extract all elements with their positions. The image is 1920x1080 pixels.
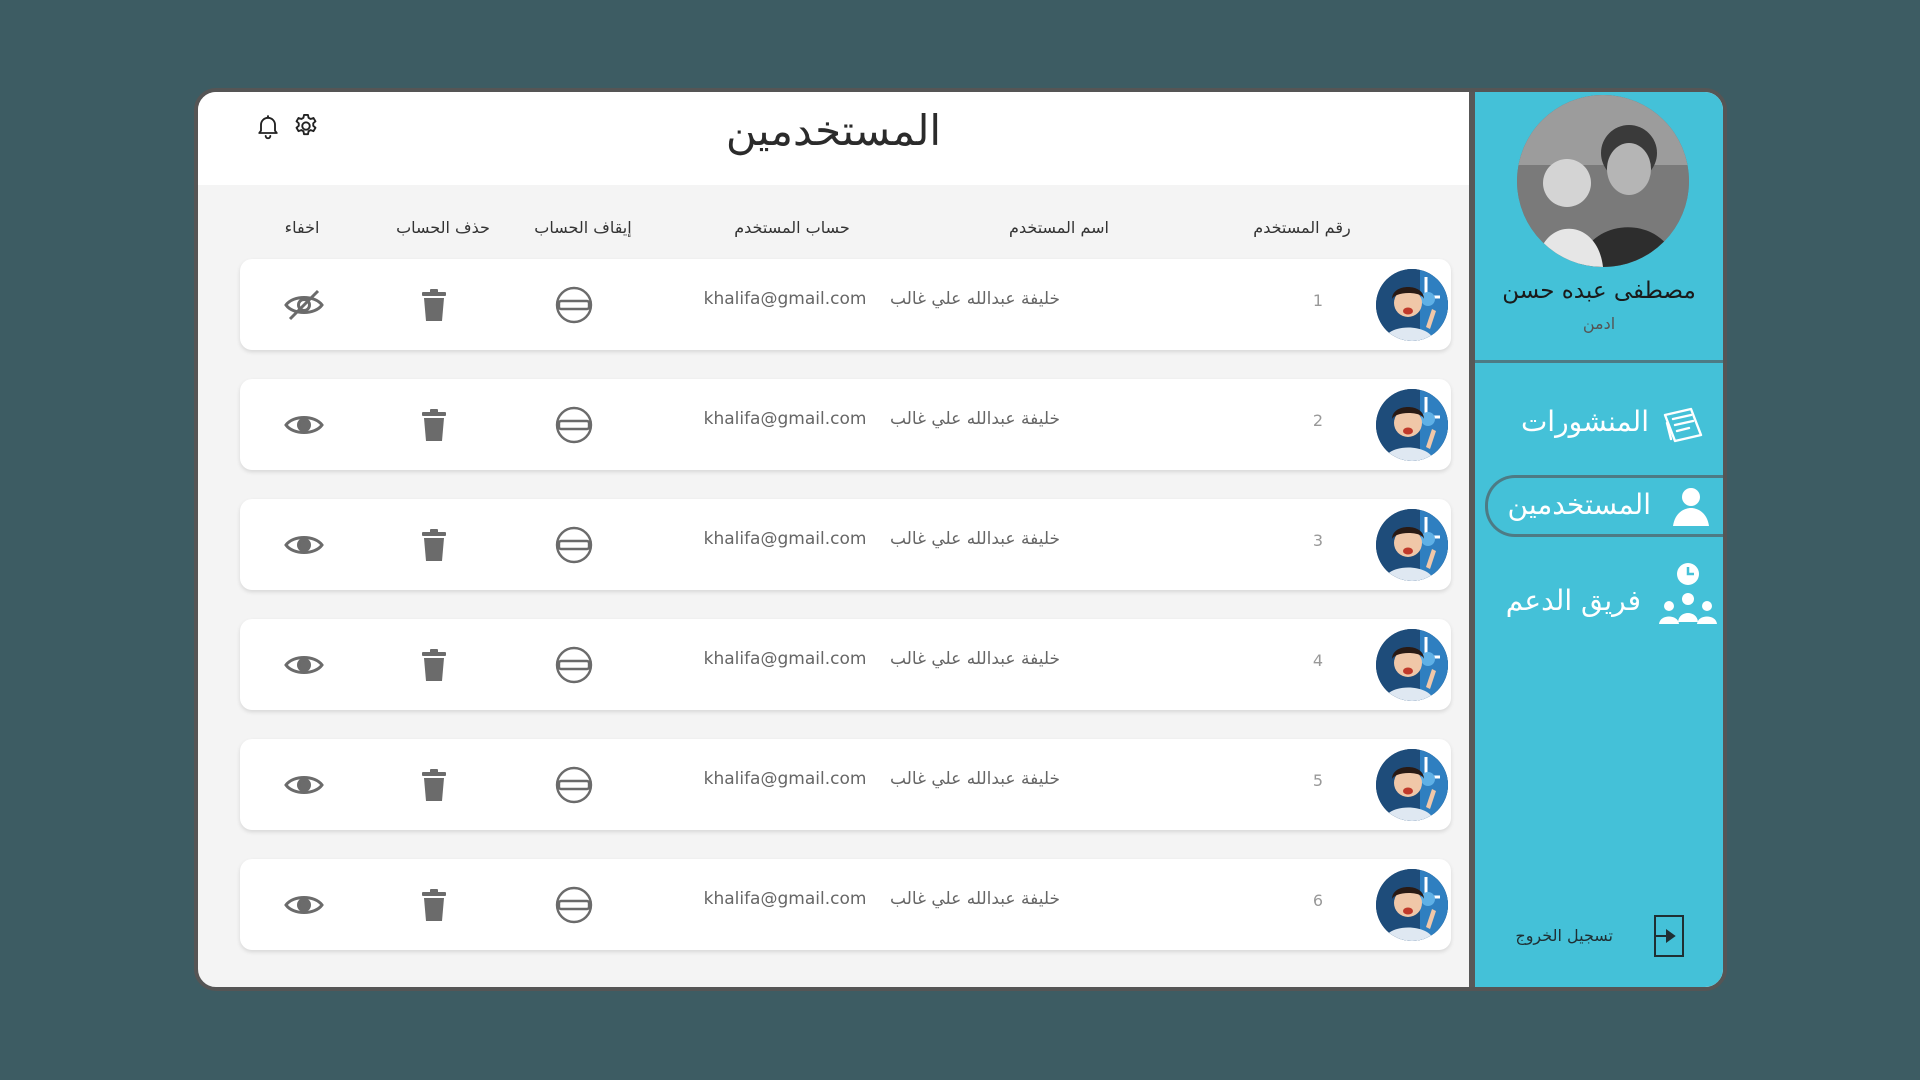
suspend-account-icon[interactable] <box>554 765 594 805</box>
user-email: khalifa@gmail.com <box>703 649 867 669</box>
avatar <box>1376 749 1448 821</box>
user-name: خليفة عبدالله علي غالب <box>890 649 1060 669</box>
eye-icon[interactable] <box>284 645 324 685</box>
user-id: 5 <box>1312 771 1324 790</box>
suspend-account-icon[interactable] <box>554 525 594 565</box>
logout-button[interactable]: تسجيل الخروج <box>1487 914 1687 960</box>
eye-icon[interactable] <box>284 765 324 805</box>
posts-icon <box>1661 405 1705 445</box>
sidebar-item-label: فريق الدعم <box>1505 584 1641 617</box>
user-name: خليفة عبدالله علي غالب <box>890 289 1060 309</box>
support-team-icon <box>1657 562 1719 626</box>
table-row: 4 خليفة عبدالله علي غالب khalifa@gmail.com <box>240 619 1451 710</box>
user-icon <box>1669 484 1713 528</box>
avatar <box>1376 389 1448 461</box>
eye-icon[interactable] <box>284 885 324 925</box>
sidebar: مصطفى عبده حسن ادمن المنشورات المستخدمين <box>1469 92 1723 987</box>
trash-icon[interactable] <box>414 525 454 565</box>
column-header-account: حساب المستخدم <box>734 218 850 237</box>
header-bar: المستخدمين <box>198 92 1469 185</box>
app-window: المستخدمين رقم المستخدم اسم المستخدم حسا… <box>194 88 1727 991</box>
suspend-account-icon[interactable] <box>554 405 594 445</box>
column-header-id: رقم المستخدم <box>1253 218 1351 237</box>
suspend-account-icon[interactable] <box>554 645 594 685</box>
trash-icon[interactable] <box>414 405 454 445</box>
logout-icon <box>1653 914 1687 958</box>
page-title: المستخدمين <box>725 106 942 155</box>
logout-label: تسجيل الخروج <box>1515 926 1613 945</box>
user-id: 3 <box>1312 531 1324 550</box>
user-email: khalifa@gmail.com <box>703 289 867 309</box>
profile-avatar <box>1517 95 1689 267</box>
eye-icon[interactable] <box>284 525 324 565</box>
sidebar-item-users[interactable]: المستخدمين <box>1485 475 1723 537</box>
table-row: 2 خليفة عبدالله علي غالب khalifa@gmail.com <box>240 379 1451 470</box>
user-name: خليفة عبدالله علي غالب <box>890 769 1060 789</box>
sidebar-item-label: المستخدمين <box>1507 488 1651 521</box>
eye-off-icon[interactable] <box>284 285 324 325</box>
table-row: 5 خليفة عبدالله علي غالب khalifa@gmail.com <box>240 739 1451 830</box>
column-header-name: اسم المستخدم <box>1009 218 1109 237</box>
table-row: 3 خليفة عبدالله علي غالب khalifa@gmail.com <box>240 499 1451 590</box>
user-email: khalifa@gmail.com <box>703 769 867 789</box>
gear-icon[interactable] <box>292 112 320 140</box>
trash-icon[interactable] <box>414 885 454 925</box>
avatar <box>1376 509 1448 581</box>
profile-role: ادمن <box>1582 314 1616 333</box>
user-name: خليفة عبدالله علي غالب <box>890 409 1060 429</box>
user-id: 4 <box>1312 651 1324 670</box>
bell-icon[interactable] <box>254 112 282 140</box>
sidebar-item-support-team[interactable]: فريق الدعم <box>1477 562 1723 642</box>
user-email: khalifa@gmail.com <box>703 409 867 429</box>
table-row: 6 خليفة عبدالله علي غالب khalifa@gmail.com <box>240 859 1451 950</box>
suspend-account-icon[interactable] <box>554 885 594 925</box>
suspend-account-icon[interactable] <box>554 285 594 325</box>
user-email: khalifa@gmail.com <box>703 889 867 909</box>
avatar <box>1376 629 1448 701</box>
trash-icon[interactable] <box>414 285 454 325</box>
table-row: 1 خليفة عبدالله علي غالب khalifa@gmail.com <box>240 259 1451 350</box>
sidebar-divider <box>1475 360 1723 363</box>
user-name: خليفة عبدالله علي غالب <box>890 889 1060 909</box>
sidebar-item-posts[interactable]: المنشورات <box>1477 395 1723 455</box>
user-name: خليفة عبدالله علي غالب <box>890 529 1060 549</box>
column-header-hide: اخفاء <box>284 218 320 237</box>
column-header-delete: حذف الحساب <box>396 218 490 237</box>
profile-name: مصطفى عبده حسن <box>1502 278 1696 304</box>
user-id: 1 <box>1312 291 1324 310</box>
trash-icon[interactable] <box>414 765 454 805</box>
avatar <box>1376 269 1448 341</box>
user-email: khalifa@gmail.com <box>703 529 867 549</box>
trash-icon[interactable] <box>414 645 454 685</box>
user-id: 6 <box>1312 891 1324 910</box>
avatar <box>1376 869 1448 941</box>
column-header-suspend: إيقاف الحساب <box>534 218 632 237</box>
sidebar-item-label: المنشورات <box>1520 405 1649 438</box>
user-id: 2 <box>1312 411 1324 430</box>
eye-icon[interactable] <box>284 405 324 445</box>
